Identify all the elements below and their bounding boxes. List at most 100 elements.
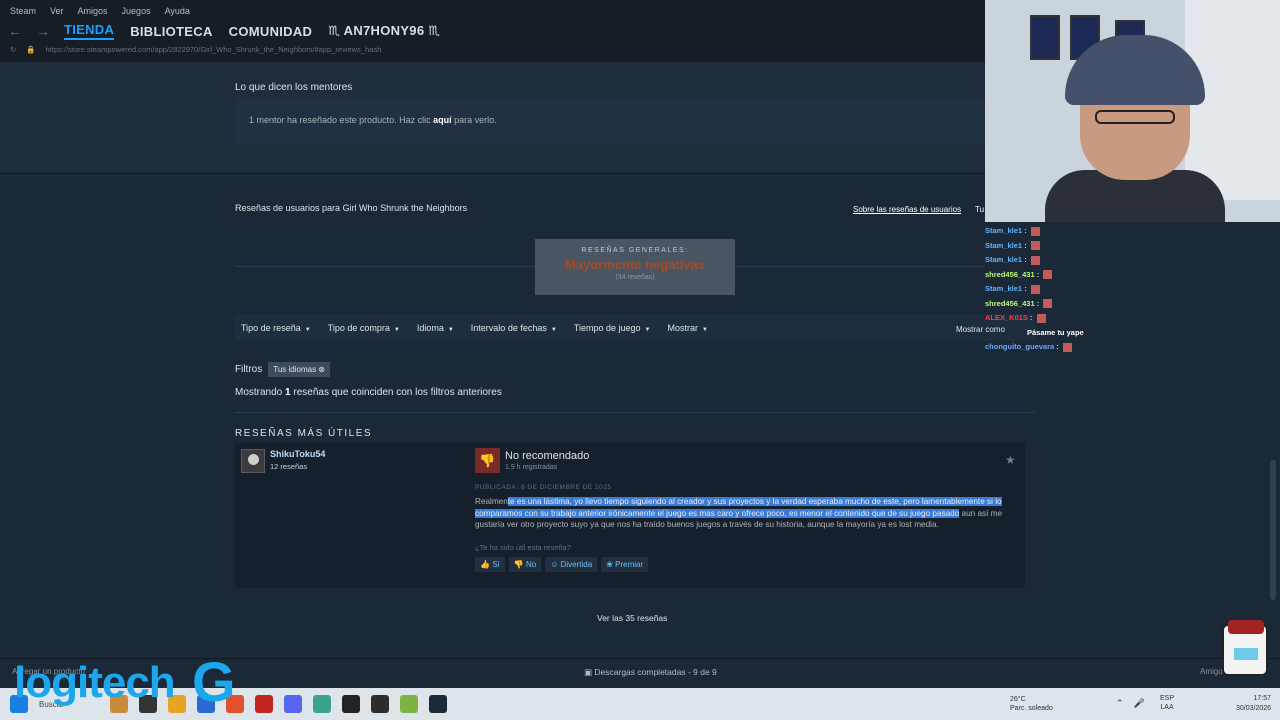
vote-label: Premiar <box>615 560 644 569</box>
filter-display[interactable]: Mostrar ▼ <box>667 323 707 333</box>
vote-yes-button[interactable]: 👍 Sí <box>475 557 505 572</box>
menu-steam[interactable]: Steam <box>10 6 36 16</box>
award-button[interactable]: ❀ Premiar <box>601 557 649 572</box>
review-username[interactable]: ShikuToku54 <box>270 449 325 459</box>
tab-tienda[interactable]: TIENDA <box>64 22 115 40</box>
steam-icon[interactable] <box>429 695 447 713</box>
menu-ver[interactable]: Ver <box>50 6 64 16</box>
menu-amigos[interactable]: Amigos <box>78 6 108 16</box>
chat-line: Pásame tu yape <box>985 326 1135 341</box>
scrollbar[interactable] <box>1270 460 1276 600</box>
lang-layout: LAA <box>1160 704 1174 711</box>
discord-icon[interactable] <box>284 695 302 713</box>
caret-down-icon: ▼ <box>644 326 651 333</box>
review-text-selected: te es una lástima, yo llevo tiempo sigui… <box>475 497 1002 518</box>
see-all-reviews-link[interactable]: Ver las 35 reseñas <box>597 613 667 623</box>
lock-icon: 🔒 <box>26 45 36 54</box>
vote-label: No <box>525 560 537 569</box>
stream-chat: Stam_kle1 : Stam_kle1 : Stam_kle1 : shre… <box>985 224 1135 355</box>
showing-text: Mostrando 1 reseñas que coinciden con lo… <box>235 387 502 398</box>
tab-profile[interactable]: ♏ AN7HONY96 ♏ <box>328 23 440 39</box>
chat-line: Stam_kle1 : <box>985 224 1135 239</box>
filter-purchase-type[interactable]: Tipo de compra ▼ <box>328 323 400 333</box>
chat-line: ALEX_K01S : <box>985 311 1135 326</box>
review-verdict[interactable]: No recomendado <box>505 450 589 462</box>
chat-message: Pásame tu yape <box>1027 327 1084 337</box>
reload-icon[interactable]: ↻ <box>10 45 16 54</box>
mentor-section: Lo que dicen los mentores 1 mentor ha re… <box>0 62 985 172</box>
divider <box>235 412 1035 413</box>
about-reviews-link[interactable]: Sobre las reseñas de usuarios <box>853 205 961 214</box>
emote-icon <box>1030 241 1040 251</box>
obs-icon[interactable] <box>371 695 389 713</box>
weather-widget[interactable]: 26°C Parc. soleado <box>1010 695 1053 713</box>
url-text[interactable]: https://store.steampowered.com/app/28229… <box>46 45 382 54</box>
active-filters: Filtros Tus idiomas ⊗ <box>235 362 330 377</box>
downloads-label: Descargas completadas - 9 de 9 <box>594 667 717 677</box>
filter-language[interactable]: Idioma ▼ <box>417 323 454 333</box>
logitech-g-logo: G <box>192 650 236 713</box>
vote-funny-button[interactable]: ☺ Divertida <box>545 557 598 572</box>
chat-line: shred456_431 : <box>985 297 1135 312</box>
mentor-box: 1 mentor ha reseñado este producto. Haz … <box>235 98 985 144</box>
steam-chrome: Steam Ver Amigos Juegos Ayuda ← → TIENDA… <box>0 0 985 62</box>
webcam-overlay <box>985 0 1280 222</box>
chevron-up-icon[interactable]: ⌃ <box>1116 698 1124 709</box>
weather-temp: 26°C <box>1010 696 1026 703</box>
vote-no-button[interactable]: 👎 No <box>508 557 542 572</box>
system-tray: ⌃ 🎤 <box>1116 698 1145 709</box>
vote-label: Sí <box>492 560 500 569</box>
microphone-icon[interactable]: 🎤 <box>1134 698 1145 709</box>
logitech-watermark: logitech <box>14 658 176 707</box>
capcut-icon[interactable] <box>342 695 360 713</box>
mentor-link[interactable]: aquí <box>433 115 452 125</box>
menu-juegos[interactable]: Juegos <box>122 6 151 16</box>
menu-ayuda[interactable]: Ayuda <box>165 6 190 16</box>
app-icon[interactable] <box>400 695 418 713</box>
review-posted-date: PUBLICADA: 6 DE DICIEMBRE DE 2025 <box>475 484 612 491</box>
caret-down-icon: ▼ <box>393 326 400 333</box>
tab-comunidad[interactable]: COMUNIDAD <box>229 24 313 39</box>
url-row: ↻ 🔒 https://store.steampowered.com/app/2… <box>10 45 381 54</box>
clock[interactable]: 17:57 30/03/2026 <box>1236 694 1271 714</box>
review-user-count[interactable]: 12 reseñas <box>270 462 307 471</box>
downloads-status[interactable]: ▣ Descargas completadas - 9 de 9 <box>584 667 717 678</box>
filters-bar: Tipo de reseña ▼ Tipo de compra ▼ Idioma ▼ … <box>235 314 1035 341</box>
showing-count: 1 <box>285 387 291 398</box>
filter-label: Idioma <box>416 322 444 333</box>
your-reviews-link[interactable]: Tu <box>975 205 984 214</box>
summary-value[interactable]: Mayormente negativas <box>535 257 735 272</box>
review-text-start: Realmen <box>475 497 508 506</box>
avatar[interactable] <box>241 449 265 473</box>
lang-code: ESP <box>1160 695 1175 702</box>
person-glasses <box>1095 110 1175 124</box>
poster <box>1030 15 1060 60</box>
back-arrow-icon[interactable]: ← <box>8 23 22 39</box>
language-indicator[interactable]: ESP LAA <box>1160 694 1174 712</box>
close-icon[interactable]: ⊗ <box>318 365 325 374</box>
helpful-question: ¿Te ha sido útil esta reseña? <box>475 543 571 552</box>
emote-icon <box>1043 270 1053 280</box>
filter-chip[interactable]: Tus idiomas ⊗ <box>268 362 330 377</box>
chat-line: chonguito_guevara : <box>985 340 1135 355</box>
award-icon[interactable]: ★ <box>1005 453 1016 467</box>
chip-label: Tus idiomas <box>273 365 317 374</box>
emote-icon <box>1043 299 1053 309</box>
app-icon[interactable] <box>313 695 331 713</box>
filter-playtime[interactable]: Tiempo de juego ▼ <box>574 323 651 333</box>
tab-biblioteca[interactable]: BIBLIOTECA <box>130 24 212 39</box>
filter-date-range[interactable]: Intervalo de fechas ▼ <box>471 323 557 333</box>
filter-label: Mostrar <box>667 322 698 333</box>
clock-time: 17:57 <box>1253 695 1272 702</box>
thumbs-up-icon: 👍 <box>480 560 490 569</box>
thumbs-down-icon: 👎 <box>475 448 500 473</box>
filter-review-type[interactable]: Tipo de reseña ▼ <box>241 323 311 333</box>
emote-icon <box>1062 342 1072 352</box>
mentor-title: Lo que dicen los mentores <box>235 82 353 93</box>
chat-user: ALEX_K01S <box>985 313 1028 322</box>
forward-arrow-icon[interactable]: → <box>36 23 50 39</box>
smile-icon: ☺ <box>550 560 559 569</box>
caret-down-icon: ▼ <box>447 326 454 333</box>
app-icon[interactable] <box>255 695 273 713</box>
reviews-heading: Reseñas de usuarios para Girl Who Shrunk… <box>235 203 468 213</box>
